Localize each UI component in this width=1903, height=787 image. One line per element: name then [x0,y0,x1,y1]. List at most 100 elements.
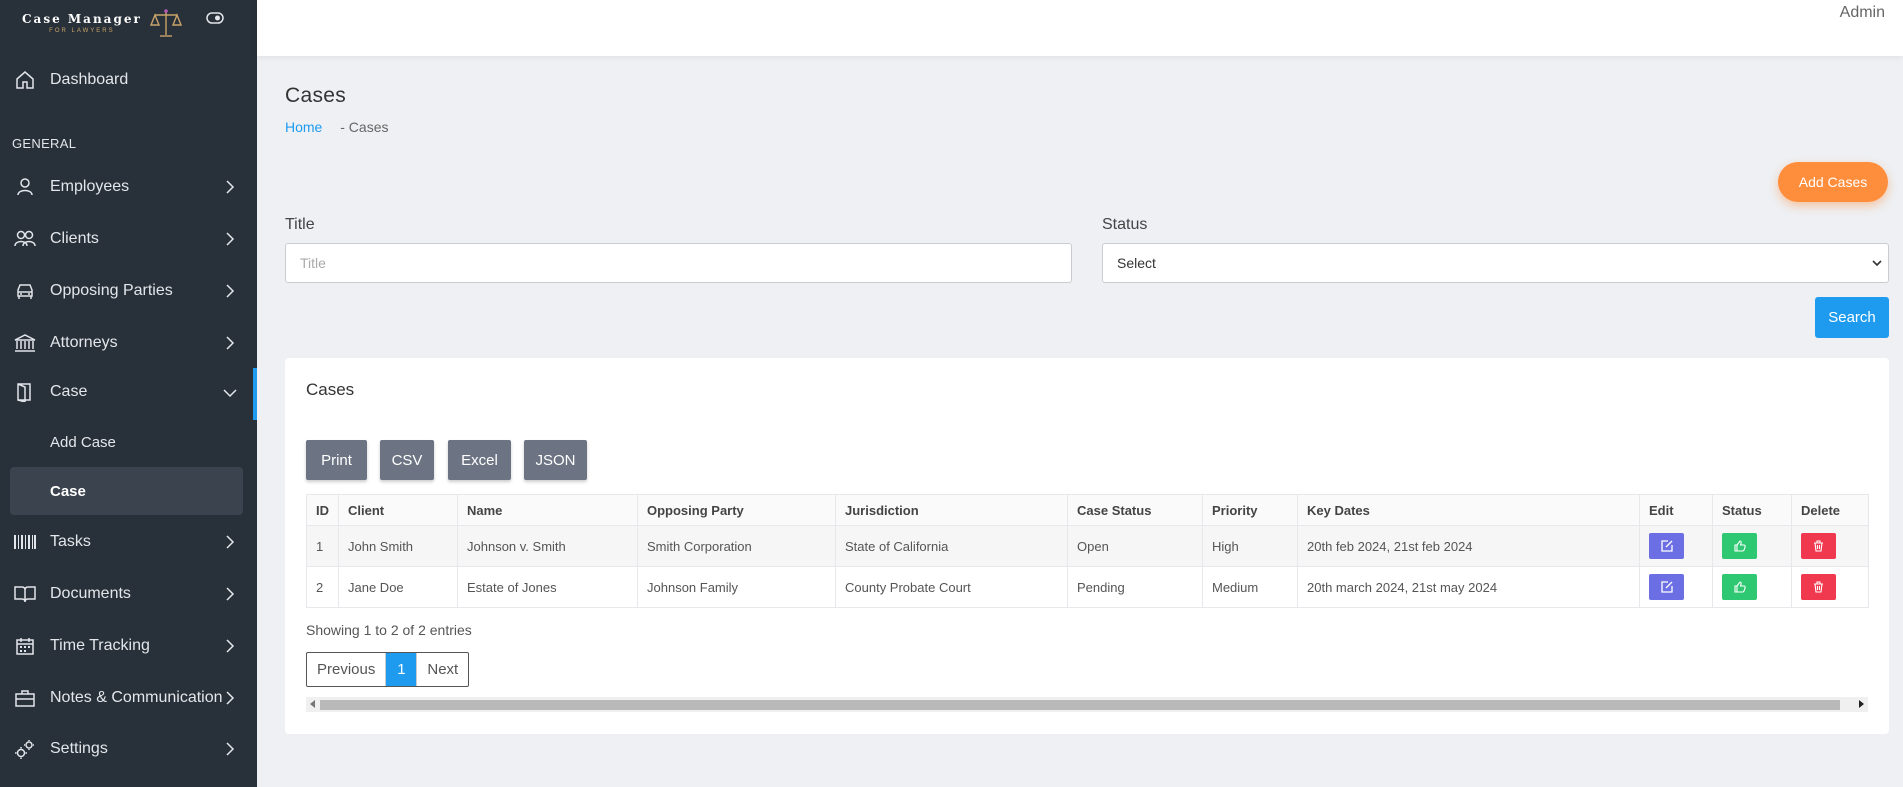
toggle-icon[interactable] [206,12,224,24]
cell-name: Estate of Jones [457,566,638,608]
breadcrumb: Home - Cases [285,119,388,135]
sidebar-item-label: Clients [50,230,99,247]
sidebar-item-label: Employees [50,178,130,195]
status-filter-label: Status [1102,216,1148,233]
car-icon [14,280,36,302]
sidebar-item-label: Documents [50,585,131,602]
cell-name: Johnson v. Smith [457,525,638,567]
status-filter-select[interactable]: Select [1102,243,1889,283]
chevron-right-icon [226,180,235,194]
section-general: GENERAL [12,136,77,151]
sidebar-item-dashboard[interactable]: Dashboard [0,60,257,100]
cases-table: ID Client Name Opposing Party Jurisdicti… [306,494,1869,608]
sidebar-item-label: Notes & Communication [50,689,223,706]
col-edit[interactable]: Edit [1639,494,1713,526]
cell-edit [1639,525,1713,567]
page-1-button[interactable]: 1 [386,653,417,686]
home-icon [14,69,36,91]
sidebar-item-opposing-parties[interactable]: Opposing Parties [0,271,257,311]
trash-icon[interactable] [1801,533,1836,559]
cell-delete [1791,525,1869,567]
sidebar-item-label: Time Tracking [50,637,150,654]
user-menu[interactable]: Admin [1840,4,1885,22]
cell-opposing-party: Smith Corporation [637,525,836,567]
door-icon [14,381,36,403]
sidebar-item-label: Settings [50,740,108,757]
col-client[interactable]: Client [338,494,458,526]
print-button[interactable]: Print [306,440,367,480]
brand-subtitle: FOR LAWYERS [49,27,115,34]
top-header: Admin [257,0,1903,56]
cell-delete [1791,566,1869,608]
chevron-right-icon [226,284,235,298]
scales-logo-icon [149,9,182,37]
sidebar-item-label: Case [50,383,88,400]
sidebar-item-case[interactable]: Case [0,368,257,420]
chevron-down-icon [223,389,237,398]
table-row: 1 John Smith Johnson v. Smith Smith Corp… [306,525,1869,567]
chevron-down-icon [1872,260,1882,267]
col-case-status[interactable]: Case Status [1067,494,1203,526]
cell-opposing-party: Johnson Family [637,566,836,608]
bank-icon [14,332,36,354]
sidebar-item-notes-communication[interactable]: Notes & Communication [0,678,257,718]
thumbs-up-icon[interactable] [1722,533,1757,559]
scrollbar-thumb[interactable] [320,700,1840,710]
chevron-right-icon [226,535,235,549]
sidebar-item-settings[interactable]: Settings [0,729,257,769]
thumbs-up-icon[interactable] [1722,574,1757,600]
col-id[interactable]: ID [306,494,339,526]
sidebar-subitem-add-case[interactable]: Add Case [10,418,243,466]
horizontal-scrollbar[interactable] [306,697,1868,712]
cases-card: Cases Print CSV Excel JSON ID Client Nam… [285,358,1889,734]
cell-key-dates: 20th march 2024, 21st may 2024 [1297,566,1640,608]
cell-id: 2 [306,566,339,608]
next-page-button[interactable]: Next [416,653,468,686]
sidebar-item-clients[interactable]: Clients [0,219,257,259]
chevron-right-icon [226,232,235,246]
col-name[interactable]: Name [457,494,638,526]
chevron-right-icon [226,691,235,705]
table-row: 2 Jane Doe Estate of Jones Johnson Famil… [306,566,1869,608]
breadcrumb-current: - Cases [340,119,389,135]
edit-icon[interactable] [1649,574,1684,600]
sidebar-item-label: Tasks [50,533,91,550]
cell-key-dates: 20th feb 2024, 21st feb 2024 [1297,525,1640,567]
add-cases-button[interactable]: Add Cases [1778,162,1888,202]
sidebar-item-tasks[interactable]: Tasks [0,522,257,562]
sidebar-item-time-tracking[interactable]: Time Tracking [0,626,257,666]
col-status[interactable]: Status [1712,494,1792,526]
excel-button[interactable]: Excel [448,440,511,480]
title-filter-input[interactable]: Title [285,243,1072,283]
col-key-dates[interactable]: Key Dates [1297,494,1640,526]
previous-page-button[interactable]: Previous [307,653,387,686]
book-icon [14,583,36,605]
cell-priority: Medium [1202,566,1298,608]
sidebar-item-attorneys[interactable]: Attorneys [0,323,257,363]
scroll-right-icon[interactable] [1859,700,1864,708]
brand-title: Case Manager [22,11,142,26]
edit-icon[interactable] [1649,533,1684,559]
cell-jurisdiction: State of California [835,525,1068,567]
col-delete[interactable]: Delete [1791,494,1869,526]
json-button[interactable]: JSON [524,440,587,480]
brand[interactable]: Case Manager FOR LAWYERS [0,0,257,46]
col-opposing-party[interactable]: Opposing Party [637,494,836,526]
calendar-icon [14,635,36,657]
csv-button[interactable]: CSV [380,440,434,480]
col-priority[interactable]: Priority [1202,494,1298,526]
trash-icon[interactable] [1801,574,1836,600]
scroll-left-icon[interactable] [310,700,315,708]
search-button[interactable]: Search [1815,297,1889,338]
sidebar-item-employees[interactable]: Employees [0,167,257,207]
card-title: Cases [306,380,355,399]
sidebar-subitem-case[interactable]: Case [10,467,243,515]
cell-case-status: Open [1067,525,1203,567]
breadcrumb-home-link[interactable]: Home [285,119,322,135]
cell-jurisdiction: County Probate Court [835,566,1068,608]
chevron-right-icon [226,587,235,601]
cell-edit [1639,566,1713,608]
sidebar-item-documents[interactable]: Documents [0,574,257,614]
status-select-value: Select [1117,255,1156,271]
col-jurisdiction[interactable]: Jurisdiction [835,494,1068,526]
